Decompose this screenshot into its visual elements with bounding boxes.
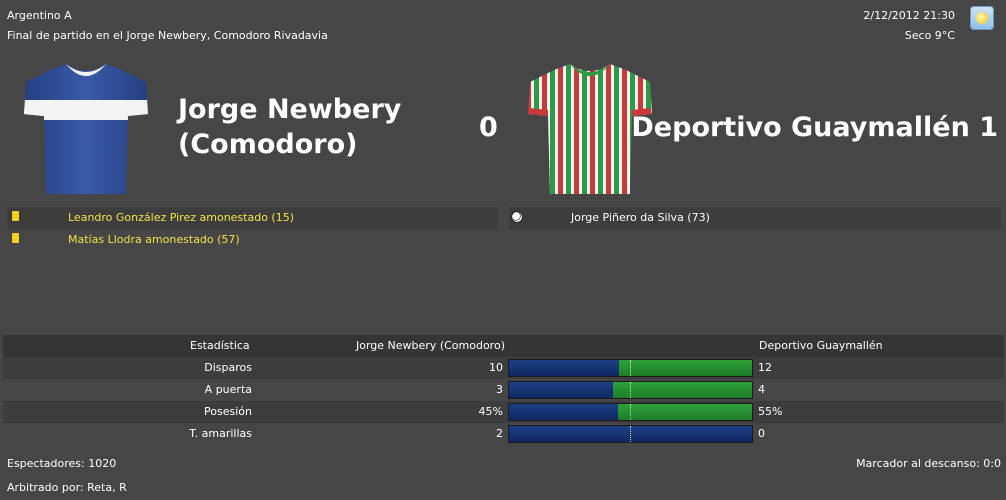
stat-label: Disparos: [204, 361, 252, 374]
event-text: Matías Llodra amonestado (57): [68, 233, 240, 246]
footer-left: Espectadores: 1020 Arbitrado por: Reta, …: [7, 452, 127, 500]
home-event-row: Matías Llodra amonestado (57): [7, 229, 498, 251]
datetime-label: 2/12/2012 21:30: [863, 9, 955, 22]
referee-label: Arbitrado por: Reta, R: [7, 481, 127, 494]
stat-label: Posesión: [204, 405, 252, 418]
event-text: Jorge Piñero da Silva (73): [571, 211, 710, 224]
sunny-icon: [970, 6, 994, 30]
spectators-label: Espectadores: 1020: [7, 457, 117, 470]
stat-row: Posesión 45% 55%: [3, 401, 1004, 423]
stat-bar-home: [509, 360, 619, 376]
away-score: 1: [979, 112, 998, 143]
home-team-name: Jorge Newbery (Comodoro): [178, 94, 402, 160]
stat-bar: [508, 359, 753, 377]
stat-bar-midline: [630, 404, 631, 420]
stat-bar-midline: [630, 382, 631, 398]
stat-label: T. amarillas: [189, 427, 252, 440]
goal-ball-icon: [512, 212, 522, 222]
stat-home-value: 2: [496, 427, 503, 440]
stat-row: Disparos 10 12: [3, 357, 1004, 379]
away-event-row: Jorge Piñero da Silva (73): [509, 207, 1001, 229]
stats-header-home: Jorge Newbery (Comodoro): [356, 339, 505, 352]
stat-away-value: 0: [758, 427, 765, 440]
stats-header: Estadística Jorge Newbery (Comodoro) Dep…: [3, 335, 1004, 357]
away-team-line: Deportivo Guaymallén 1: [631, 112, 998, 143]
stat-bar: [508, 403, 753, 421]
stat-bar: [508, 425, 753, 443]
stat-label: A puerta: [204, 383, 252, 396]
stat-bar-away: [613, 382, 752, 398]
stats-panel: Estadística Jorge Newbery (Comodoro) Dep…: [3, 335, 1004, 447]
away-team-name: Deportivo Guaymallén: [631, 112, 970, 143]
competition-label: Argentino A: [7, 9, 72, 22]
venue-label: Final de partido en el Jorge Newbery, Co…: [7, 29, 328, 42]
yellow-card-icon: [12, 211, 19, 221]
yellow-card-icon: [12, 233, 19, 243]
home-score: 0: [479, 112, 498, 143]
stat-bar-midline: [630, 426, 631, 442]
stat-bar-midline: [630, 360, 631, 376]
stats-header-label: Estadística: [190, 339, 250, 352]
stat-home-value: 3: [496, 383, 503, 396]
stat-away-value: 12: [758, 361, 772, 374]
stats-header-away: Deportivo Guaymallén: [759, 339, 883, 352]
event-text: Leandro González Pirez amonestado (15): [68, 211, 295, 224]
match-header-right: 2/12/2012 21:30 Seco 9°C: [863, 6, 955, 46]
stat-away-value: 55%: [758, 405, 783, 418]
stat-bar-home: [509, 382, 613, 398]
halftime-score-label: Marcador al descanso: 0:0: [856, 457, 1001, 470]
match-header-left: Argentino A Final de partido en el Jorge…: [7, 6, 328, 46]
stat-home-value: 45%: [478, 405, 503, 418]
stat-row: A puerta 3 4: [3, 379, 1004, 401]
home-event-row: Leandro González Pirez amonestado (15): [7, 207, 498, 229]
stat-bar-away: [619, 360, 752, 376]
stat-bar-home: [509, 404, 618, 420]
stat-bar-away: [618, 404, 752, 420]
stat-bar: [508, 381, 753, 399]
stat-away-value: 4: [758, 383, 765, 396]
stat-row: T. amarillas 2 0: [3, 423, 1004, 445]
home-shirt-icon: [24, 64, 148, 194]
stat-home-value: 10: [489, 361, 503, 374]
weather-label: Seco 9°C: [904, 29, 955, 42]
